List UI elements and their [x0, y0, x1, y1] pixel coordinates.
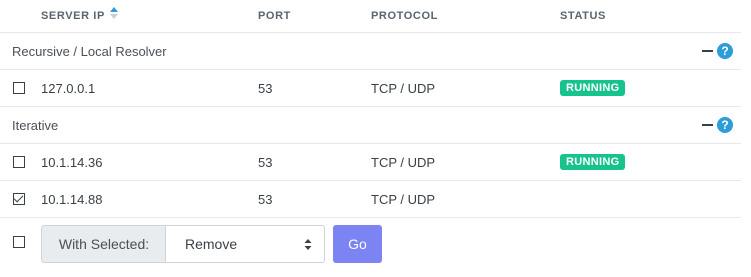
table-row: 127.0.0.1 53 TCP / UDP RUNNING: [0, 70, 741, 107]
minus-icon[interactable]: [702, 50, 713, 52]
minus-icon[interactable]: [702, 124, 713, 126]
table-header: SERVER IP PORT PROTOCOL STATUS: [0, 0, 741, 33]
bulk-action-bar: With Selected: Remove Go: [0, 219, 741, 277]
group-row-iterative: Iterative ?: [0, 107, 741, 144]
select-caret-icon: [304, 239, 312, 250]
go-button[interactable]: Go: [333, 225, 382, 263]
server-protocol: TCP / UDP: [371, 155, 436, 170]
group-row-recursive: Recursive / Local Resolver ?: [0, 33, 741, 70]
question-circle-icon[interactable]: ?: [717, 117, 733, 133]
column-status[interactable]: STATUS: [560, 10, 606, 22]
server-ip: 127.0.0.1: [41, 81, 96, 96]
select-all-checkbox[interactable]: [13, 236, 25, 248]
table-row: 10.1.14.88 53 TCP / UDP: [0, 181, 741, 218]
server-port: 53: [258, 192, 273, 207]
column-port[interactable]: PORT: [258, 10, 291, 22]
with-selected-label: With Selected:: [41, 225, 166, 263]
server-protocol: TCP / UDP: [371, 81, 436, 96]
server-port: 53: [258, 155, 273, 170]
row-checkbox-checked[interactable]: [13, 193, 25, 205]
server-ip: 10.1.14.36: [41, 155, 103, 170]
group-title: Iterative: [12, 118, 59, 133]
question-circle-icon[interactable]: ?: [717, 43, 733, 59]
status-badge: RUNNING: [560, 80, 626, 96]
sort-asc-icon[interactable]: [109, 6, 119, 20]
status-badge: RUNNING: [560, 154, 626, 170]
group-title: Recursive / Local Resolver: [12, 44, 167, 59]
column-server-ip[interactable]: SERVER IP: [41, 10, 105, 22]
server-protocol: TCP / UDP: [371, 192, 436, 207]
bulk-action-select[interactable]: Remove: [165, 225, 325, 263]
table-row: 10.1.14.36 53 TCP / UDP RUNNING: [0, 144, 741, 181]
row-checkbox[interactable]: [13, 156, 25, 168]
bulk-action-value: Remove: [185, 236, 238, 252]
server-port: 53: [258, 81, 273, 96]
column-protocol[interactable]: PROTOCOL: [371, 10, 438, 22]
server-ip: 10.1.14.88: [41, 192, 103, 207]
row-checkbox[interactable]: [13, 82, 25, 94]
